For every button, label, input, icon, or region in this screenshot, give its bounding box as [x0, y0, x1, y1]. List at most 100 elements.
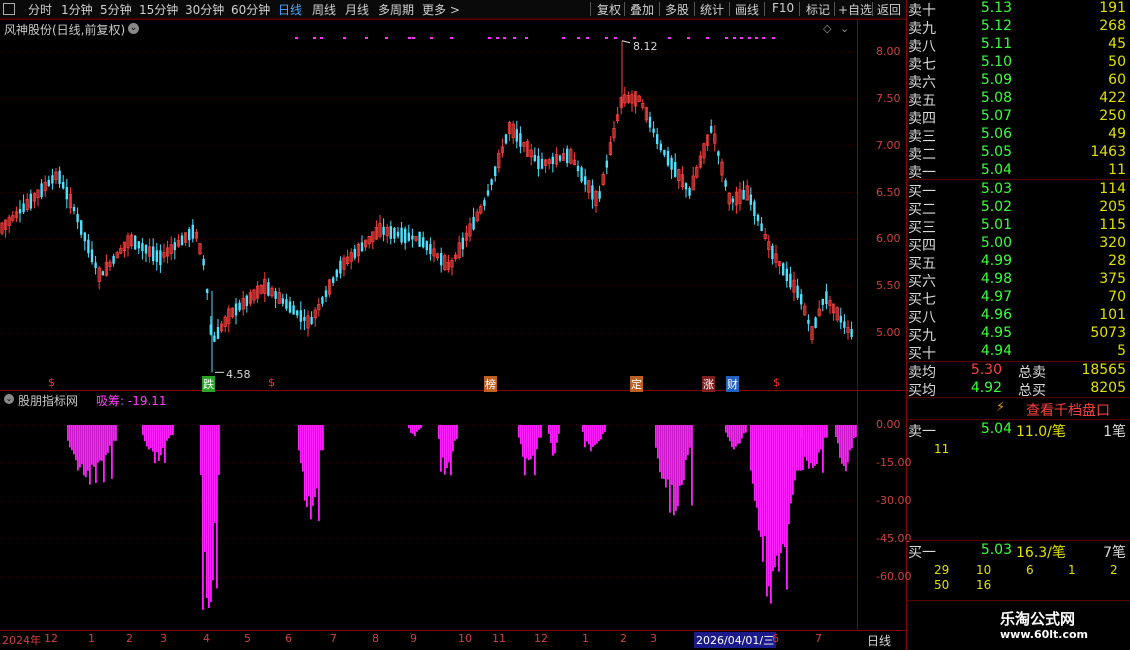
indicator-bar — [320, 425, 322, 451]
bid-row[interactable]: 买六 4.98 375 — [908, 271, 1128, 290]
indicator-bar — [312, 425, 314, 506]
indicator-bar — [454, 425, 456, 441]
period-tick[interactable]: 分时 — [28, 1, 52, 18]
indicator-chart[interactable] — [0, 391, 857, 630]
indicator-bar — [798, 425, 800, 471]
indicator-bar — [675, 425, 677, 511]
ask-level-label: 卖九 — [908, 21, 936, 37]
candle-body — [756, 214, 760, 222]
candle-body — [490, 179, 493, 185]
view-1000-button[interactable]: 查看千档盘口 — [1026, 400, 1110, 420]
indicator-bar — [316, 425, 318, 489]
period-30min[interactable]: 30分钟 — [185, 1, 224, 18]
bid-row[interactable]: 买十 4.94 5 — [908, 343, 1128, 362]
period-15min[interactable]: 15分钟 — [139, 1, 178, 18]
stats-button[interactable]: 统计 — [700, 1, 724, 18]
bid-row[interactable]: 买三 5.01 115 — [908, 217, 1128, 236]
event-tag[interactable]: 涨 — [702, 376, 715, 392]
ask-row[interactable]: 卖四 5.07 250 — [908, 108, 1128, 127]
candle-body — [292, 305, 295, 315]
indicator-bar — [556, 425, 558, 443]
bid-row[interactable]: 买五 4.99 28 — [908, 253, 1128, 272]
candle-body — [584, 176, 587, 185]
indicator-bar — [208, 425, 210, 608]
period-60min[interactable]: 60分钟 — [231, 1, 270, 18]
bid-row[interactable]: 买四 5.00 320 — [908, 235, 1128, 254]
event-tag[interactable]: 榜 — [484, 376, 497, 392]
date-axis-label: 11 — [492, 632, 506, 645]
add-watchlist-button[interactable]: +自选 — [838, 1, 872, 18]
candle-body — [789, 273, 792, 288]
indicator-bar — [657, 425, 659, 459]
event-tag[interactable]: 跌 — [202, 376, 215, 392]
ask-row[interactable]: 卖六 5.09 60 — [908, 72, 1128, 91]
indicator-bar — [89, 425, 91, 485]
candle-body — [40, 183, 43, 198]
candle-body — [173, 242, 176, 251]
indicator-bar — [172, 425, 174, 436]
indicator-bar — [536, 425, 538, 450]
period-5min[interactable]: 5分钟 — [100, 1, 132, 18]
ask-row[interactable]: 卖五 5.08 422 — [908, 90, 1128, 109]
bid1-queue-item: 10 — [976, 563, 992, 577]
ask-row[interactable]: 卖七 5.10 50 — [908, 54, 1128, 73]
event-tag[interactable]: 财 — [726, 376, 739, 392]
candle-body — [396, 231, 400, 237]
candlestick-chart[interactable] — [0, 19, 857, 390]
date-axis-label: 7 — [815, 632, 822, 645]
indicator-bar — [216, 425, 218, 589]
ask-row[interactable]: 卖八 5.11 45 — [908, 36, 1128, 55]
period-multi[interactable]: 多周期 — [378, 1, 414, 18]
ask-volume: 1463 — [1090, 144, 1126, 160]
indicator-bar — [760, 425, 762, 537]
bid-row[interactable]: 买二 5.02 205 — [908, 199, 1128, 218]
draw-line-button[interactable]: 画线 — [735, 1, 759, 18]
back-button[interactable]: 返回 — [877, 1, 901, 18]
candle-body — [652, 128, 655, 133]
indicator-bar — [160, 425, 162, 456]
bid-row[interactable]: 买一 5.03 114 — [908, 181, 1128, 200]
bid-level-label: 买四 — [908, 238, 936, 254]
indicator-bar — [300, 425, 302, 463]
period-monthly[interactable]: 月线 — [345, 1, 369, 18]
menu-icon[interactable] — [3, 3, 15, 15]
candle-body — [494, 166, 497, 177]
adjust-button[interactable]: 复权 — [597, 1, 621, 18]
candle-body — [94, 262, 97, 269]
ask-row[interactable]: 卖三 5.06 49 — [908, 126, 1128, 145]
signal-dot — [525, 37, 528, 39]
candle-body — [22, 203, 25, 213]
bid-row[interactable]: 买七 4.97 70 — [908, 289, 1128, 308]
indicator-bar — [170, 425, 172, 436]
ask-row[interactable]: 卖十 5.13 191 — [908, 0, 1128, 19]
bid1-queue-item: 2 — [1110, 563, 1118, 577]
indicator-bar — [212, 425, 214, 581]
candle-body — [144, 245, 148, 254]
period-1min[interactable]: 1分钟 — [61, 1, 93, 18]
indicator-bar — [111, 425, 113, 479]
overlay-button[interactable]: 叠加 — [630, 1, 654, 18]
bid-row[interactable]: 买九 4.95 5073 — [908, 325, 1128, 344]
candle-body — [591, 185, 594, 200]
indicator-bar — [152, 425, 154, 452]
candle-body — [422, 237, 425, 248]
event-tag[interactable]: 定 — [630, 376, 643, 392]
period-weekly[interactable]: 周线 — [312, 1, 336, 18]
candle-body — [850, 328, 853, 338]
indicator-bar — [91, 425, 93, 465]
indicator-bar — [594, 425, 596, 446]
period-daily[interactable]: 日线 — [278, 1, 302, 18]
period-more[interactable]: 更多 > — [422, 1, 460, 18]
candle-body — [753, 201, 756, 217]
ask-row[interactable]: 卖二 5.05 1463 — [908, 144, 1128, 163]
mark-button[interactable]: 标记 — [806, 1, 830, 18]
multi-stock-button[interactable]: 多股 — [665, 1, 689, 18]
f10-button[interactable]: F10 — [772, 1, 794, 15]
candle-body — [339, 260, 342, 274]
ask-row[interactable]: 卖一 5.04 11 — [908, 162, 1128, 181]
indicator-bar — [210, 425, 212, 602]
indicator-bar — [530, 425, 532, 460]
bid-row[interactable]: 买八 4.96 101 — [908, 307, 1128, 326]
ask-row[interactable]: 卖九 5.12 268 — [908, 18, 1128, 37]
price-axis-label: 7.00 — [876, 138, 901, 152]
